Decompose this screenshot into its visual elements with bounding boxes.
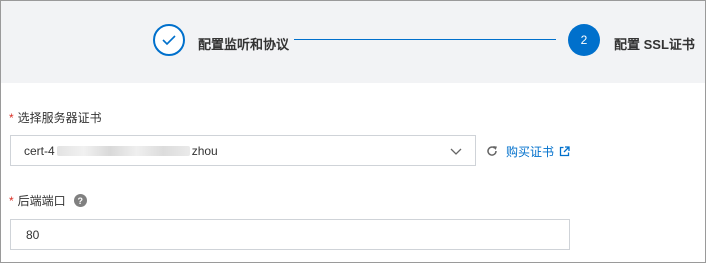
ssl-config-panel: 配置监听和协议 2 配置 SSL证书 * 选择服务器证书 cert-4 zhou… xyxy=(0,0,706,263)
step-1-label: 配置监听和协议 xyxy=(198,37,290,52)
certificate-label-text: 选择服务器证书 xyxy=(17,111,102,125)
buy-certificate-label: 购买证书 xyxy=(506,145,555,159)
chevron-down-icon xyxy=(450,148,462,155)
step-connector xyxy=(294,39,556,40)
certificate-select[interactable]: cert-4 zhou xyxy=(10,135,476,166)
redacted-text xyxy=(56,145,190,156)
required-mark: * xyxy=(9,110,14,125)
step-2-label: 配置 SSL证书 xyxy=(614,37,695,52)
step-2-indicator: 2 xyxy=(568,24,600,56)
required-mark: * xyxy=(9,193,14,208)
backend-port-label-text: 后端端口 xyxy=(17,194,66,208)
backend-port-input[interactable]: 80 xyxy=(10,219,570,250)
certificate-value-prefix: cert-4 xyxy=(24,143,55,158)
certificate-select-value: cert-4 zhou xyxy=(24,144,218,158)
step-bar: 配置监听和协议 2 配置 SSL证书 xyxy=(1,1,705,83)
step-1-indicator xyxy=(153,24,185,56)
refresh-icon[interactable] xyxy=(486,145,498,157)
certificate-field-label: * 选择服务器证书 xyxy=(9,109,102,126)
check-icon xyxy=(162,35,176,46)
buy-certificate-link[interactable]: 购买证书 xyxy=(506,143,570,160)
certificate-value-suffix: zhou xyxy=(191,143,218,158)
external-link-icon xyxy=(559,146,570,157)
backend-port-field-label: * 后端端口 ? xyxy=(9,192,87,209)
help-icon[interactable]: ? xyxy=(73,194,87,207)
